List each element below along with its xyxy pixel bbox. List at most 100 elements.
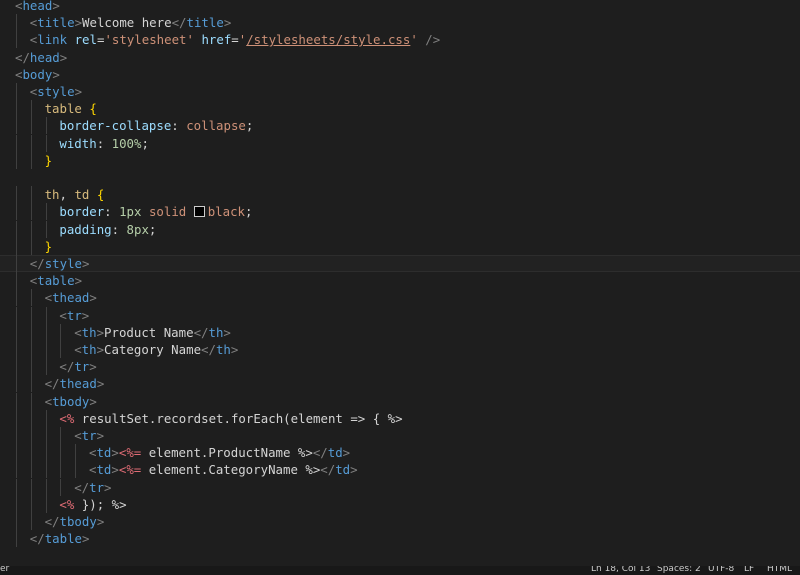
eol-setting[interactable]: LF — [744, 566, 754, 575]
code-line[interactable]: <table> — [0, 272, 800, 290]
code-token: </ — [29, 531, 45, 547]
code-line[interactable]: <title>Welcome here</title> — [0, 14, 800, 32]
indent-guide — [16, 375, 17, 393]
indent-guide — [16, 203, 17, 221]
code-token: td — [327, 445, 343, 461]
code-line[interactable]: } — [0, 151, 800, 169]
code-line[interactable]: <th>Category Name</th> — [0, 341, 800, 358]
code-text: <head> — [15, 0, 60, 14]
indent-guide — [30, 289, 32, 307]
code-line[interactable]: <style> — [0, 83, 800, 100]
code-line[interactable]: </style> — [0, 255, 800, 272]
indent-guide — [16, 513, 17, 530]
code-line[interactable]: th, td { — [0, 186, 800, 204]
code-token: ' — [410, 32, 418, 48]
code-line[interactable]: </tr> — [0, 358, 800, 376]
code-line[interactable]: </tbody> — [0, 513, 800, 530]
code-line[interactable]: <th>Product Name</th> — [0, 323, 800, 341]
code-line[interactable]: </tr> — [0, 478, 800, 496]
code-line[interactable]: <tr> — [0, 306, 800, 324]
code-line[interactable]: </thead> — [0, 375, 800, 393]
indentation-setting[interactable]: Spaces: 2 — [657, 566, 701, 575]
code-token: > — [89, 359, 97, 375]
code-line[interactable] — [0, 547, 800, 564]
code-line[interactable]: } — [0, 237, 800, 255]
code-line[interactable]: border-collapse: collapse; — [0, 117, 800, 135]
code-token: < — [59, 307, 67, 323]
indent-guide — [30, 203, 32, 221]
code-token: </ — [15, 49, 30, 65]
code-line[interactable]: <link rel='stylesheet' href='/stylesheet… — [0, 31, 800, 49]
cursor-position[interactable]: Ln 18, Col 13 — [591, 566, 650, 575]
indent-guide — [75, 444, 77, 462]
code-token: 8px — [126, 221, 149, 237]
code-text: } — [45, 152, 52, 169]
indent-guide — [60, 341, 62, 358]
code-text: <title>Welcome here</title> — [30, 14, 231, 31]
indent-guide — [16, 117, 17, 135]
code-token: 100% — [111, 135, 142, 151]
indent-guide — [60, 461, 62, 479]
code-token: Product Name — [104, 324, 194, 340]
code-token: { — [96, 187, 105, 203]
indent-guide — [16, 461, 17, 479]
color-swatch-icon[interactable] — [193, 206, 205, 218]
code-line[interactable]: <td><%= element.CategoryName %></td> — [0, 461, 800, 479]
code-token: body — [22, 66, 53, 82]
code-token: > — [74, 273, 83, 289]
code-text: <body> — [15, 66, 60, 83]
code-token: }); %> — [74, 496, 127, 512]
code-text: </table> — [30, 530, 90, 547]
indent-guide — [16, 341, 17, 358]
code-token: , — [59, 187, 75, 203]
code-token: < — [44, 393, 53, 409]
language-mode[interactable]: HTML — [767, 566, 792, 575]
code-text: border: 1px solid black; — [59, 203, 252, 220]
code-token: } — [44, 152, 53, 168]
code-line[interactable]: <tr> — [0, 427, 800, 444]
indent-guide — [16, 495, 17, 513]
indent-guide — [45, 427, 47, 444]
code-token: element.CategoryName %> — [141, 462, 321, 478]
code-token: </ — [29, 256, 45, 271]
indent-guide — [16, 186, 17, 204]
code-line[interactable]: <% resultSet.recordset.forEach(element =… — [0, 409, 800, 427]
code-line[interactable]: <thead> — [0, 289, 800, 307]
code-line[interactable]: width: 100%; — [0, 134, 800, 152]
indent-guide — [16, 14, 17, 32]
code-editor[interactable]: <head> <title>Welcome here</title> <link r… — [0, 0, 800, 566]
code-line[interactable]: <td><%= element.ProductName %></td> — [0, 444, 800, 462]
code-token: > — [96, 428, 105, 443]
code-line[interactable]: <body> — [0, 66, 800, 83]
code-token: th — [215, 342, 231, 357]
code-line[interactable]: padding: 8px; — [0, 220, 800, 238]
indent-guide — [60, 427, 62, 444]
indent-guide — [45, 444, 47, 462]
code-line[interactable]: table { — [0, 100, 800, 118]
indent-guide — [16, 409, 17, 427]
indent-guide — [30, 409, 32, 427]
code-token: td — [96, 445, 112, 461]
code-token: width — [59, 135, 97, 151]
code-token: > — [81, 307, 90, 323]
code-line[interactable]: </head> — [0, 49, 800, 66]
code-line[interactable]: border: 1px solid black; — [0, 203, 800, 221]
code-token: Category Name — [104, 342, 202, 357]
indent-guide — [16, 272, 17, 290]
code-token: tr — [89, 479, 105, 495]
code-text: </tr> — [74, 479, 111, 496]
encoding-setting[interactable]: UTF-8 — [708, 566, 734, 575]
code-line[interactable] — [0, 169, 800, 186]
code-line[interactable]: <head> — [0, 0, 800, 14]
code-token: th — [208, 324, 224, 340]
code-line[interactable]: <tbody> — [0, 392, 800, 410]
code-token: < — [74, 342, 82, 357]
code-token: style — [44, 256, 83, 271]
indent-guide — [16, 255, 17, 272]
code-token: ; — [141, 135, 149, 151]
code-text: <td><%= element.CategoryName %></td> — [89, 461, 358, 478]
code-line[interactable]: <% }); %> — [0, 495, 800, 513]
code-token: tr — [74, 359, 90, 375]
code-line[interactable]: </table> — [0, 530, 800, 548]
indent-guide — [30, 392, 32, 410]
